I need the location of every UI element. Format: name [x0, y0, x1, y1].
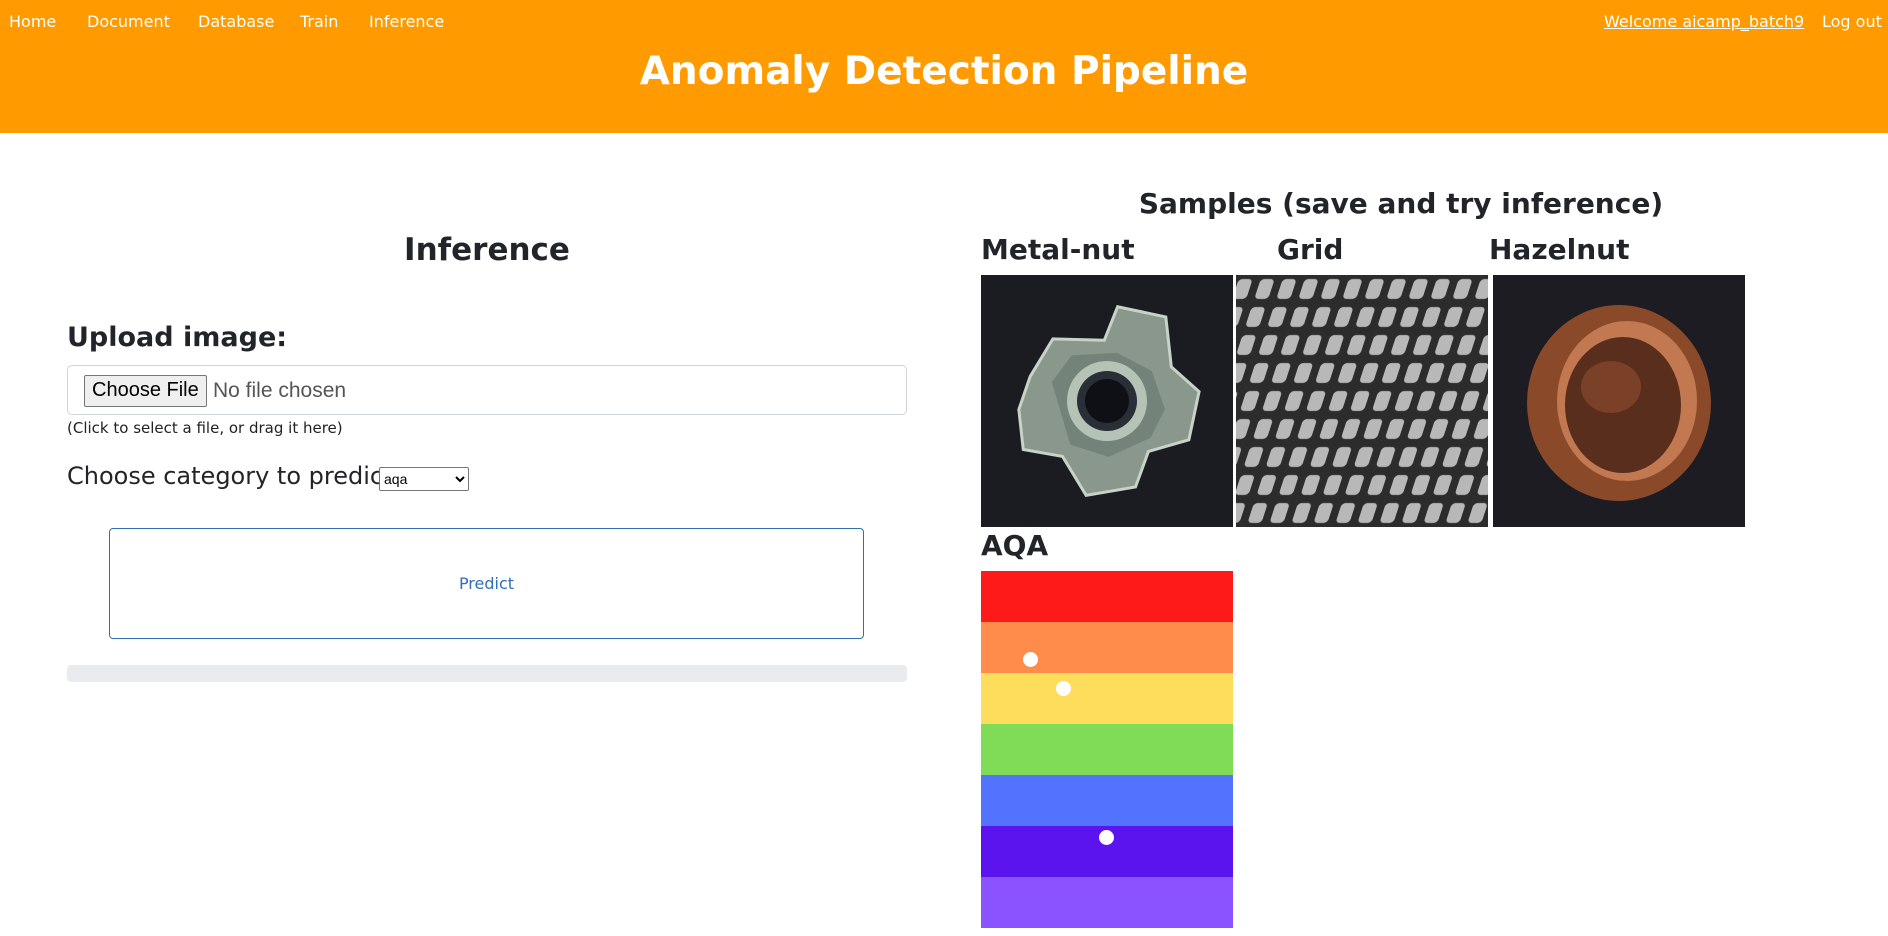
- nav-document[interactable]: Document: [87, 12, 170, 31]
- nav-logout[interactable]: Log out: [1822, 12, 1882, 31]
- aqa-stripe-blue: [981, 775, 1233, 826]
- aqa-stripe-violet: [981, 877, 1233, 928]
- metal-nut-image[interactable]: [981, 275, 1233, 527]
- hazelnut-image[interactable]: [1493, 275, 1745, 527]
- aqa-anomaly-dot: [1099, 830, 1114, 845]
- predict-button[interactable]: Predict: [109, 528, 864, 639]
- nav-database[interactable]: Database: [198, 12, 274, 31]
- upload-hint: (Click to select a file, or drag it here…: [67, 419, 343, 437]
- choose-file-button[interactable]: Choose File: [84, 375, 207, 407]
- no-file-chosen-text: No file chosen: [213, 379, 347, 402]
- grid-mesh-image[interactable]: [1236, 275, 1488, 527]
- nav-home[interactable]: Home: [9, 12, 56, 31]
- progress-bar: [67, 665, 907, 682]
- page-title: Anomaly Detection Pipeline: [639, 49, 1249, 94]
- aqa-stripe-green: [981, 724, 1233, 775]
- nav-welcome-user[interactable]: Welcome aicamp_batch9: [1604, 12, 1804, 31]
- header-bar: Home Document Database Train Inference W…: [0, 0, 1888, 133]
- sample-label-metal-nut: Metal-nut: [981, 233, 1135, 266]
- upload-image-label: Upload image:: [67, 322, 288, 353]
- aqa-stripe-orange: [981, 622, 1233, 673]
- aqa-anomaly-dot: [1056, 681, 1071, 696]
- sample-label-hazelnut: Hazelnut: [1489, 233, 1630, 266]
- aqa-stripe-red: [981, 571, 1233, 622]
- category-select[interactable]: aqa: [379, 467, 469, 491]
- file-upload-input[interactable]: Choose File No file chosen: [67, 365, 907, 415]
- category-label: Choose category to predict:: [67, 462, 401, 490]
- aqa-stripe-yellow: [981, 673, 1233, 724]
- nav-inference[interactable]: Inference: [369, 12, 444, 31]
- samples-heading: Samples (save and try inference): [1138, 187, 1664, 220]
- inference-heading: Inference: [404, 232, 570, 268]
- sample-label-aqa: AQA: [981, 529, 1049, 562]
- predict-button-label: Predict: [458, 574, 515, 593]
- aqa-stripes-image[interactable]: [981, 571, 1233, 928]
- nav-train[interactable]: Train: [300, 12, 338, 31]
- sample-label-grid: Grid: [1277, 233, 1344, 266]
- aqa-anomaly-dot: [1023, 652, 1038, 667]
